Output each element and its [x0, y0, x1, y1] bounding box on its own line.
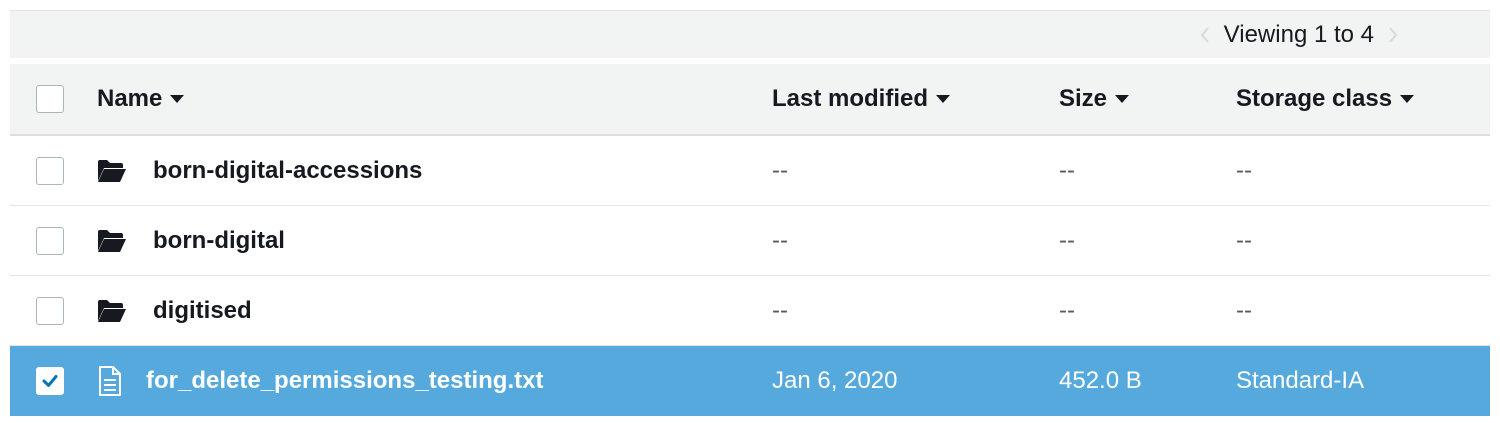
folder-open-icon [97, 298, 127, 324]
object-browser: Viewing 1 to 4 Name Last modified Size S… [10, 10, 1490, 416]
storage-class-cell: -- [1236, 156, 1252, 184]
column-header-last-modified: Last modified [772, 85, 929, 112]
last-modified-cell: -- [772, 226, 788, 254]
object-name: born-digital [153, 226, 285, 254]
table-row[interactable]: born-digital-accessions -- -- -- [10, 136, 1490, 206]
sort-by-size[interactable]: Size [1059, 85, 1130, 113]
column-header-name: Name [97, 85, 163, 112]
caret-down-icon [1115, 95, 1130, 103]
object-name-link[interactable]: for_delete_permissions_testing.txt [97, 366, 543, 396]
storage-class-cell: -- [1236, 296, 1252, 324]
last-modified-cell: -- [772, 156, 788, 184]
chevron-right-icon[interactable] [1374, 26, 1412, 44]
size-cell: -- [1059, 226, 1075, 254]
table-row[interactable]: digitised -- -- -- [10, 276, 1490, 346]
caret-down-icon [1400, 95, 1415, 103]
row-checkbox-checked[interactable] [36, 367, 64, 395]
table-row-selected[interactable]: for_delete_permissions_testing.txt Jan 6… [10, 346, 1490, 416]
storage-class-cell: -- [1236, 226, 1252, 254]
pagination-text: Viewing 1 to 4 [1223, 20, 1374, 48]
sort-by-name[interactable]: Name [97, 85, 185, 113]
storage-class-cell: Standard-IA [1236, 367, 1365, 394]
select-all-checkbox[interactable] [36, 85, 64, 113]
last-modified-cell: -- [772, 296, 788, 324]
row-checkbox[interactable] [36, 296, 64, 325]
object-name-link[interactable]: digitised [97, 297, 252, 325]
file-text-icon [98, 366, 126, 396]
size-cell: -- [1059, 156, 1075, 184]
object-name: for_delete_permissions_testing.txt [146, 367, 544, 394]
object-name: born-digital-accessions [153, 156, 423, 184]
caret-down-icon [936, 95, 951, 103]
table-row[interactable]: born-digital -- -- -- [10, 206, 1490, 276]
object-name-link[interactable]: born-digital-accessions [97, 157, 422, 185]
size-cell: 452.0 B [1059, 367, 1142, 394]
chevron-left-icon[interactable] [1186, 26, 1224, 44]
row-checkbox[interactable] [36, 226, 64, 255]
row-checkbox[interactable] [36, 156, 64, 185]
pagination-bar: Viewing 1 to 4 [10, 10, 1490, 58]
object-name-link[interactable]: born-digital [97, 227, 285, 255]
folder-open-icon [97, 228, 127, 254]
column-header-size: Size [1059, 85, 1108, 112]
column-header-storage-class: Storage class [1236, 85, 1393, 112]
caret-down-icon [170, 95, 185, 103]
table-header: Name Last modified Size Storage class [10, 64, 1490, 136]
last-modified-cell: Jan 6, 2020 [772, 367, 898, 394]
size-cell: -- [1059, 296, 1075, 324]
sort-by-last-modified[interactable]: Last modified [772, 85, 951, 113]
folder-open-icon [97, 158, 127, 184]
sort-by-storage-class[interactable]: Storage class [1236, 85, 1415, 113]
object-name: digitised [153, 296, 252, 324]
